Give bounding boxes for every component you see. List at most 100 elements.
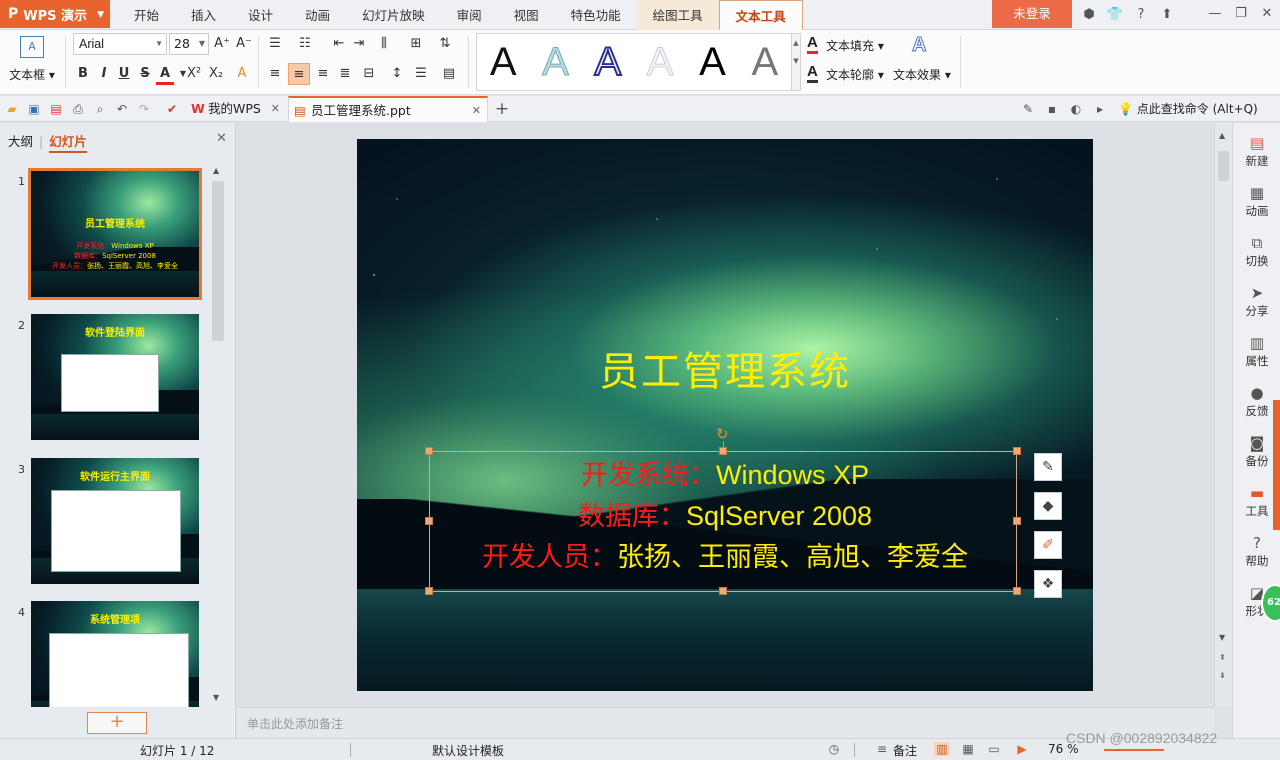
- slide-thumbnail-2[interactable]: 软件登陆界面: [31, 314, 199, 440]
- scroll-up-icon[interactable]: ▲: [1219, 131, 1225, 140]
- new-tab-button[interactable]: +: [494, 101, 510, 118]
- font-name-select[interactable]: Arial ▼: [73, 33, 167, 55]
- template-name[interactable]: 默认设计模板: [432, 742, 504, 759]
- subscript-button[interactable]: X₂: [207, 63, 225, 85]
- tab-outline[interactable]: 大纲: [8, 134, 33, 149]
- outline-pen-icon[interactable]: ✐: [1034, 531, 1062, 559]
- underline-button[interactable]: U: [115, 63, 133, 85]
- thumbnail-scrollbar[interactable]: ▲ ▼: [210, 163, 226, 707]
- tab-design[interactable]: 设计: [232, 0, 289, 30]
- align-left-icon[interactable]: ≡: [266, 63, 284, 85]
- export-pdf-icon[interactable]: ▤: [48, 101, 64, 117]
- document-tab[interactable]: ▤ 员工管理系统.ppt ✕: [288, 96, 488, 122]
- tab-slides[interactable]: 幻灯片: [49, 134, 87, 153]
- tab-insert[interactable]: 插入: [175, 0, 232, 30]
- customize-icon[interactable]: ✔: [164, 101, 180, 117]
- decrease-indent-icon[interactable]: ⇤: [330, 33, 348, 55]
- close-icon[interactable]: ✕: [271, 96, 280, 122]
- slide-thumbnail-1[interactable]: 员工管理系统 开发系统：Windows XP 数据库：SqlServer 200…: [28, 168, 202, 300]
- current-slide[interactable]: 员工管理系统 开发系统：Windows XP 数据库：SqlServer 200…: [357, 139, 1093, 691]
- superscript-button[interactable]: X²: [185, 63, 203, 85]
- selected-textbox[interactable]: [429, 451, 1017, 592]
- tab-text-tools[interactable]: 文本工具: [718, 0, 803, 31]
- justify-icon[interactable]: ≣: [336, 63, 354, 85]
- gallery-scroll[interactable]: ▲ ▼: [792, 33, 801, 91]
- notes-toggle[interactable]: 备注: [893, 742, 917, 759]
- increase-indent-icon[interactable]: ⇥: [350, 33, 368, 55]
- upload-icon[interactable]: ⬆: [1154, 7, 1180, 22]
- add-slide-button[interactable]: +: [87, 712, 147, 734]
- toolbar-icon-a[interactable]: ▪: [1044, 101, 1060, 117]
- minimize-icon[interactable]: —: [1202, 0, 1228, 28]
- text-style-gray[interactable]: A: [751, 40, 778, 85]
- sorter-view-icon[interactable]: ▦: [960, 742, 976, 756]
- help-menu-icon[interactable]: ?: [1128, 7, 1154, 22]
- resize-handle-se[interactable]: [1013, 587, 1021, 595]
- bold-button[interactable]: B: [74, 63, 92, 85]
- font-size-select[interactable]: 28 ▼: [169, 33, 209, 55]
- toolbar-icon-b[interactable]: ◐: [1068, 101, 1084, 117]
- reading-view-icon[interactable]: ▭: [986, 742, 1002, 756]
- tab-animation[interactable]: 动画: [289, 0, 346, 30]
- distribute-icon[interactable]: ⊟: [360, 63, 378, 85]
- resize-handle-nw[interactable]: [425, 447, 433, 455]
- layers-icon[interactable]: ❖: [1034, 570, 1062, 598]
- close-icon[interactable]: ✕: [472, 98, 481, 124]
- text-outline-button[interactable]: 文本轮廓 ▾: [826, 66, 884, 83]
- sidebar-item-new[interactable]: ▤ 新建: [1233, 133, 1280, 169]
- login-button[interactable]: 未登录: [992, 0, 1072, 28]
- tab-view[interactable]: 视图: [498, 0, 555, 30]
- text-style-bold-black[interactable]: A: [699, 40, 726, 85]
- rotate-handle-icon[interactable]: ↻: [716, 427, 730, 442]
- font-color-button[interactable]: A: [156, 63, 174, 85]
- pen-tool-icon[interactable]: ✎: [1020, 101, 1036, 117]
- text-effect-button[interactable]: 文本效果 ▾: [893, 66, 951, 83]
- scroll-down-icon[interactable]: ▼: [1219, 633, 1225, 642]
- shrink-font-button[interactable]: A⁻: [235, 33, 253, 55]
- scroll-up-icon[interactable]: ▲: [213, 166, 219, 175]
- undo-icon[interactable]: ↶: [114, 101, 130, 117]
- numbering-icon[interactable]: ☷: [296, 33, 314, 55]
- zoom-slider[interactable]: [1104, 749, 1164, 751]
- canvas-scrollbar[interactable]: ▲ ▼ ⇞ ⇟: [1214, 123, 1232, 707]
- resize-handle-w[interactable]: [425, 517, 433, 525]
- slide-thumbnail-4[interactable]: 系统管理项: [31, 601, 199, 707]
- resize-handle-n[interactable]: [719, 447, 727, 455]
- next-slide-icon[interactable]: ⇟: [1219, 671, 1226, 680]
- text-style-black[interactable]: A: [490, 40, 517, 85]
- prev-slide-icon[interactable]: ⇞: [1219, 653, 1226, 662]
- close-icon[interactable]: ✕: [216, 131, 227, 146]
- text-direction-icon[interactable]: ⇅: [436, 33, 454, 55]
- text-style-ice[interactable]: A: [542, 39, 570, 85]
- redo-icon[interactable]: ↷: [136, 101, 152, 117]
- line-spacing-icon[interactable]: ↕: [388, 63, 406, 85]
- sidebar-item-animation[interactable]: ▦ 动画: [1233, 183, 1280, 219]
- scroll-thumb[interactable]: [1218, 151, 1229, 181]
- text-fill-button[interactable]: 文本填充 ▾: [826, 37, 884, 54]
- paragraph-settings-icon[interactable]: ▤: [440, 63, 458, 85]
- columns-icon[interactable]: ⫼: [375, 33, 393, 55]
- my-wps-tab[interactable]: W 我的WPS ✕: [186, 96, 286, 122]
- sidebar-item-share[interactable]: ➤ 分享: [1233, 283, 1280, 319]
- resize-handle-sw[interactable]: [425, 587, 433, 595]
- command-search[interactable]: 💡 点此查找命令 (Alt+Q): [1118, 96, 1258, 122]
- skin-icon[interactable]: ⬢: [1076, 7, 1102, 22]
- text-style-white[interactable]: A: [646, 39, 674, 85]
- tab-start[interactable]: 开始: [118, 0, 175, 30]
- slide-thumbnail-3[interactable]: 软件运行主界面: [31, 458, 199, 584]
- strikethrough-button[interactable]: S: [136, 63, 154, 85]
- toolbar-icon-c[interactable]: ▸: [1092, 101, 1108, 117]
- scroll-down-icon[interactable]: ▼: [213, 693, 219, 702]
- slide-title[interactable]: 员工管理系统: [357, 339, 1093, 397]
- save-icon[interactable]: ▣: [26, 101, 42, 117]
- normal-view-icon[interactable]: ▥: [934, 742, 950, 756]
- italic-button[interactable]: I: [95, 63, 113, 85]
- text-style-blue-outline[interactable]: A: [593, 39, 622, 85]
- restore-icon[interactable]: ❐: [1228, 0, 1254, 28]
- edit-shape-icon[interactable]: ✎: [1034, 453, 1062, 481]
- shirt-icon[interactable]: 👕: [1102, 7, 1128, 22]
- align-center-icon[interactable]: ≡: [288, 63, 310, 85]
- tab-special[interactable]: 特色功能: [555, 0, 637, 30]
- align-text-icon[interactable]: ⊞: [407, 33, 425, 55]
- resize-handle-ne[interactable]: [1013, 447, 1021, 455]
